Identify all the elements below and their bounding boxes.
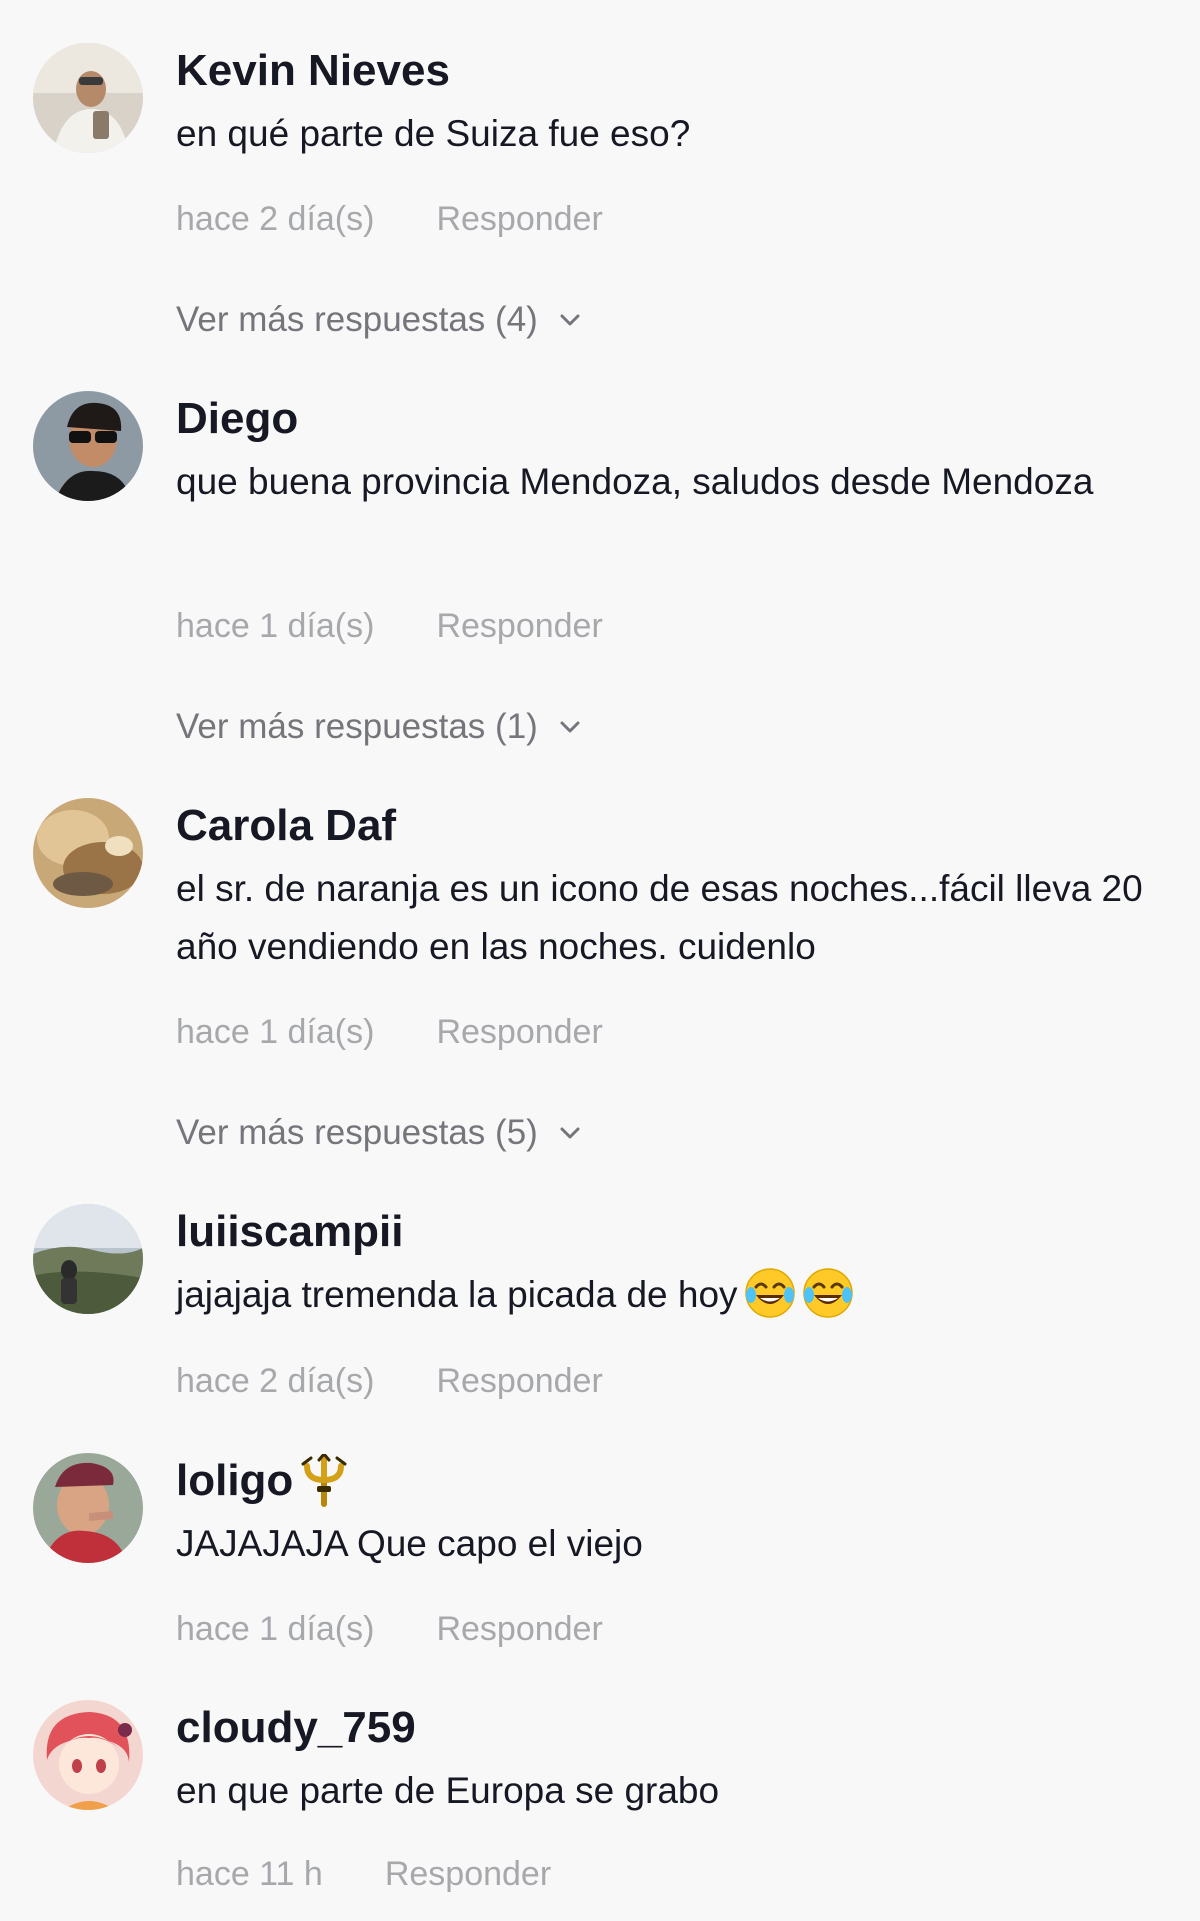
comment-username[interactable]: Kevin Nieves — [176, 43, 450, 99]
comment-text: en que parte de Europa se grabo — [176, 1770, 720, 1811]
comment-body: Diego que buena provincia Mendoza, salud… — [176, 391, 1166, 746]
comment-body: Carola Daf el sr. de naranja es un icono… — [176, 798, 1166, 1152]
comment-text: en qué parte de Suiza fue eso? — [176, 113, 691, 154]
view-more-replies-label: Ver más respuestas (1) — [176, 707, 538, 746]
view-more-replies-label: Ver más respuestas (4) — [176, 300, 538, 339]
comment-body: Kevin Nieves en qué parte de Suiza fue e… — [176, 43, 1166, 339]
comment-time: hace 1 día(s) — [176, 1610, 375, 1648]
reply-button[interactable]: Responder — [385, 1852, 551, 1896]
face-with-tears-of-joy-icon — [802, 1268, 853, 1318]
comment-text: el sr. de naranja es un icono de esas no… — [176, 868, 1143, 967]
comment-time: hace 2 día(s) — [176, 200, 375, 238]
comment-body: luiiscampii jajajaja tremenda la picada … — [176, 1204, 1166, 1400]
comment-text: JAJAJAJA Que capo el viejo — [176, 1523, 643, 1564]
chevron-down-icon — [560, 1127, 580, 1139]
comment-time: hace 2 día(s) — [176, 1362, 375, 1400]
chevron-down-icon — [560, 314, 580, 326]
comment-time: hace 11 h — [176, 1855, 323, 1893]
comment-meta: hace 11 h Responder — [176, 1852, 551, 1896]
view-more-replies-label: Ver más respuestas (5) — [176, 1113, 538, 1152]
comment-username[interactable]: Carola Daf — [176, 798, 396, 854]
reply-button[interactable]: Responder — [436, 1359, 602, 1403]
comment-time: hace 1 día(s) — [176, 1013, 375, 1051]
comment-meta: hace 2 día(s) Responder — [176, 1359, 603, 1403]
face-with-tears-of-joy-icon — [744, 1268, 795, 1318]
comment-meta: hace 1 día(s) Responder — [176, 1607, 603, 1651]
comment-username[interactable]: loligo — [176, 1453, 351, 1509]
avatar[interactable] — [33, 798, 143, 908]
avatar[interactable] — [33, 43, 143, 153]
comment-meta: hace 1 día(s) Responder — [176, 1010, 603, 1054]
reply-button[interactable]: Responder — [436, 604, 602, 648]
comment-text: que buena provincia Mendoza, saludos des… — [176, 461, 1094, 502]
view-more-replies-button[interactable]: Ver más respuestas (1) — [176, 705, 584, 749]
avatar[interactable] — [33, 391, 143, 501]
comment-username-text: loligo — [176, 1456, 294, 1505]
view-more-replies-button[interactable]: Ver más respuestas (5) — [176, 1111, 584, 1155]
reply-button[interactable]: Responder — [436, 197, 602, 241]
avatar[interactable] — [33, 1700, 143, 1810]
comment-meta: hace 1 día(s) Responder — [176, 604, 603, 648]
comment-username[interactable]: luiiscampii — [176, 1204, 403, 1260]
comment-text-content: jajajaja tremenda la picada de hoy — [176, 1274, 738, 1315]
avatar[interactable] — [33, 1453, 143, 1563]
trident-emoji-icon — [301, 1454, 347, 1507]
comment-body: cloudy_759 en que parte de Europa se gra… — [176, 1700, 1166, 1893]
comment-list: Kevin Nieves en qué parte de Suiza fue e… — [0, 0, 1200, 1921]
comment-username[interactable]: Diego — [176, 391, 298, 447]
view-more-replies-button[interactable]: Ver más respuestas (4) — [176, 298, 584, 342]
reply-button[interactable]: Responder — [436, 1607, 602, 1651]
reply-button[interactable]: Responder — [436, 1010, 602, 1054]
avatar[interactable] — [33, 1204, 143, 1314]
comment-meta: hace 2 día(s) Responder — [176, 197, 603, 241]
comment-username[interactable]: cloudy_759 — [176, 1700, 416, 1756]
comment-body: loligo JAJAJAJA Que capo el viejo hace 1… — [176, 1453, 1166, 1648]
comment-text: jajajaja tremenda la picada de hoy — [176, 1266, 1166, 1324]
chevron-down-icon — [560, 721, 580, 733]
comment-time: hace 1 día(s) — [176, 607, 375, 645]
